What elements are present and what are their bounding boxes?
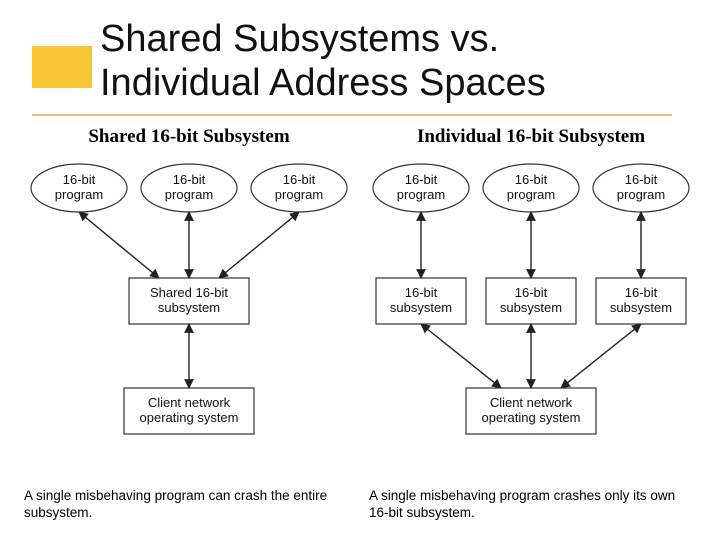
shared-box-label: Shared 16-bitsubsystem: [150, 285, 228, 315]
client-box-label: Client networkoperating system: [140, 395, 239, 425]
client-os-node: Client networkoperating system: [124, 388, 254, 434]
program-node: 16-bitprogram: [483, 164, 579, 212]
program-node: 16-bitprogram: [141, 164, 237, 212]
left-caption: A single misbehaving program can crash t…: [24, 488, 351, 522]
left-heading: Shared 16-bit Subsystem: [88, 126, 289, 148]
title-underline: [32, 114, 672, 116]
program-node: 16-bitprogram: [31, 164, 127, 212]
left-diagram: 16-bitprogram 16-bitprogram 16-bitprogra…: [24, 158, 354, 458]
right-diagram: 16-bitprogram 16-bitprogram 16-bitprogra…: [366, 158, 696, 458]
left-column: Shared 16-bit Subsystem 16-bitprogram 16…: [24, 126, 354, 458]
subsystem-node: 16-bitsubsystem: [376, 278, 466, 324]
program-node: 16-bitprogram: [593, 164, 689, 212]
client-os-node: Client networkoperating system: [466, 388, 596, 434]
subsystem-node: 16-bitsubsystem: [596, 278, 686, 324]
caption-row: A single misbehaving program can crash t…: [24, 482, 696, 522]
right-column: Individual 16-bit Subsystem 16-bitprogra…: [366, 126, 696, 458]
shared-subsystem-node: Shared 16-bitsubsystem: [129, 278, 249, 324]
columns: Shared 16-bit Subsystem 16-bitprogram 16…: [24, 126, 696, 458]
subsystem-node: 16-bitsubsystem: [486, 278, 576, 324]
title-line-1: Shared Subsystems vs.: [100, 18, 499, 60]
slide-title: Shared Subsystems vs. Individual Address…: [100, 18, 546, 105]
program-node: 16-bitprogram: [251, 164, 347, 212]
client-box-label: Client networkoperating system: [482, 395, 581, 425]
right-caption: A single misbehaving program crashes onl…: [369, 488, 696, 522]
title-line-2: Individual Address Spaces: [100, 62, 546, 104]
accent-block: [32, 46, 92, 88]
right-heading: Individual 16-bit Subsystem: [417, 126, 645, 148]
program-node: 16-bitprogram: [373, 164, 469, 212]
